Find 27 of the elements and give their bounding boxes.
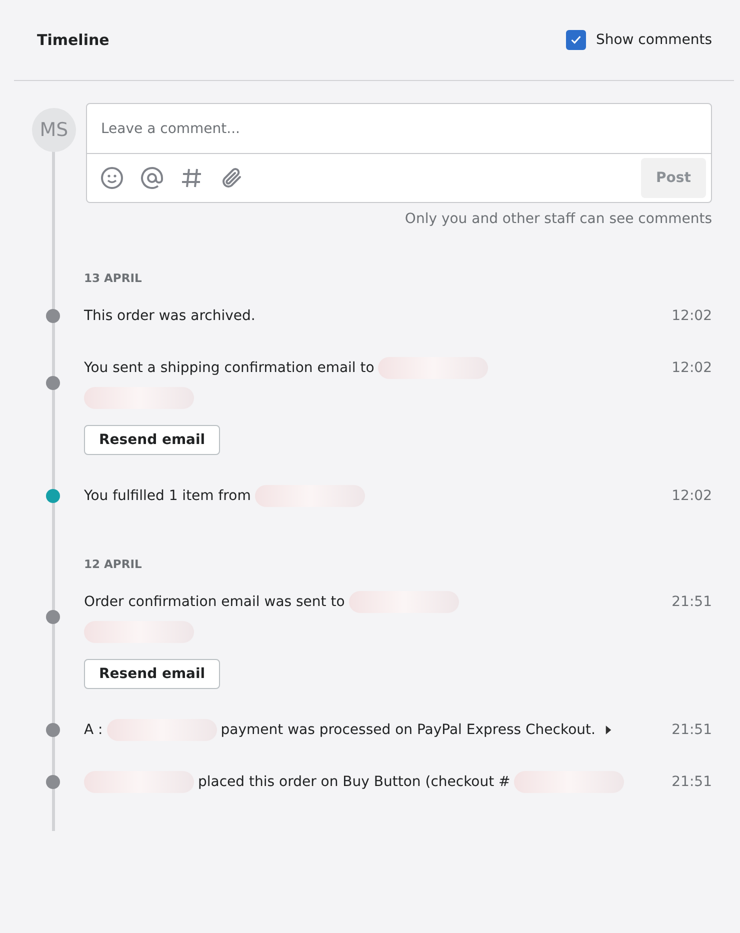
event-time: 21:51 <box>672 721 712 740</box>
hashtag-icon[interactable] <box>180 166 204 190</box>
emoji-icon[interactable] <box>100 166 124 190</box>
comment-field[interactable]: Leave a comment... <box>86 103 712 154</box>
timeline-title: Timeline <box>37 31 110 49</box>
event-text: placed this order on Buy Button (checkout # <box>198 773 510 792</box>
event-text: This order was archived. <box>84 307 256 326</box>
event-text: You sent a shipping confirmation email to <box>84 359 374 378</box>
event-text: You fulfilled 1 item from <box>84 487 251 506</box>
event-time: 12:02 <box>672 487 712 506</box>
event-time: 21:51 <box>672 773 712 792</box>
resend-email-button[interactable]: Resend email <box>84 659 220 689</box>
event-time: 12:02 <box>672 307 712 326</box>
event-text: A : <box>84 721 103 740</box>
show-comments-label[interactable]: Show comments <box>596 32 712 48</box>
caret-icon[interactable] <box>605 725 612 735</box>
date-heading: 12 APRIL <box>84 557 143 571</box>
mention-icon[interactable] <box>140 166 164 190</box>
date-heading: 13 APRIL <box>84 271 143 285</box>
staff-note: Only you and other staff can see comments <box>404 211 712 227</box>
avatar: MS <box>32 108 76 152</box>
event-time: 12:02 <box>672 359 712 378</box>
event-text: Order confirmation email was sent to <box>84 593 345 612</box>
attachment-icon[interactable] <box>220 166 244 190</box>
event-text: payment was processed on PayPal Express Checkout. <box>220 721 596 740</box>
event-time: 21:51 <box>672 593 712 612</box>
resend-email-button[interactable]: Resend email <box>84 425 220 455</box>
